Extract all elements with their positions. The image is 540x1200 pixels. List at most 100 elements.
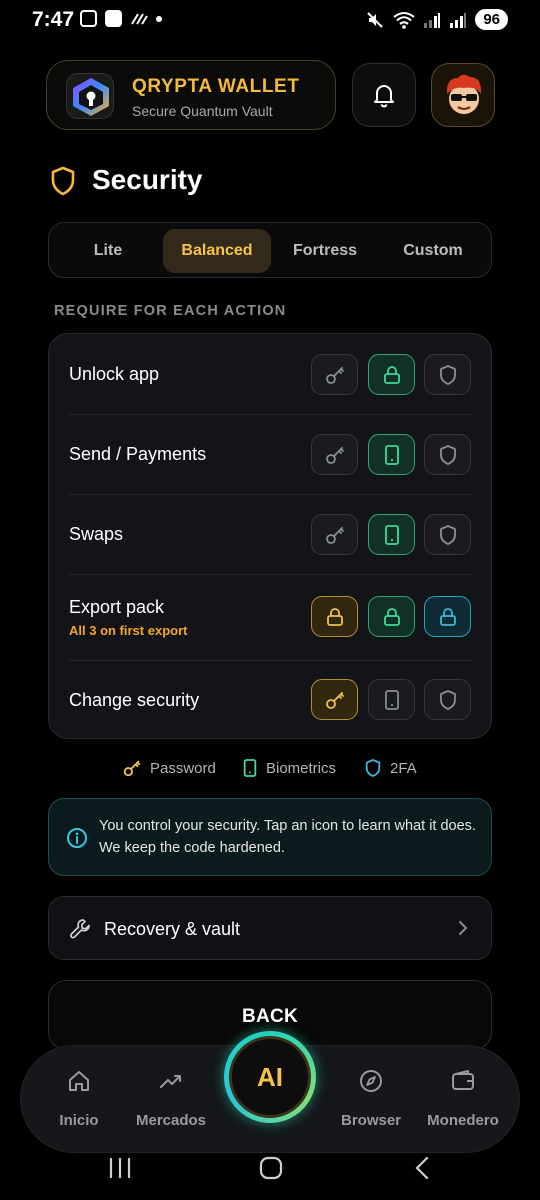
shield-icon <box>439 364 456 385</box>
action-label: Swaps <box>69 524 124 544</box>
app-subtitle: Secure Quantum Vault <box>132 103 273 119</box>
key-icon <box>325 446 344 464</box>
biometrics-toggle[interactable] <box>368 679 415 720</box>
tab-custom[interactable]: Custom <box>381 229 485 273</box>
legend-password: Password <box>122 756 216 780</box>
biometrics-toggle[interactable] <box>368 434 415 475</box>
status-bar: 7:47 96 <box>0 0 540 40</box>
lock-icon <box>383 365 400 384</box>
wallet-icon <box>452 1070 474 1090</box>
nav-label: Monedero <box>427 1112 499 1129</box>
shield-icon <box>439 524 456 545</box>
password-toggle[interactable] <box>311 679 358 720</box>
nav-item-inicio[interactable]: Inicio <box>31 1066 127 1129</box>
recovery-label: Recovery & vault <box>104 919 241 939</box>
phone-icon <box>384 524 399 545</box>
shield-icon <box>439 444 456 465</box>
section-label: REQUIRE FOR EACH ACTION <box>54 303 287 319</box>
ai-button[interactable]: AI <box>224 1031 316 1123</box>
brand-card: QRYPTA WALLET Secure Quantum Vault <box>46 60 336 130</box>
2fa-toggle[interactable] <box>424 679 471 720</box>
action-sublabel: All 3 on first export <box>69 623 188 638</box>
screenshot-icon <box>80 10 97 27</box>
ai-label: AI <box>229 1036 311 1118</box>
status-notification-icons <box>80 10 162 27</box>
action-label: Unlock app <box>69 364 160 384</box>
shield-icon <box>365 759 381 777</box>
avatar <box>446 74 482 114</box>
mute-icon <box>367 11 384 28</box>
password-toggle[interactable] <box>311 596 358 637</box>
legend-label: 2FA <box>390 759 417 777</box>
2fa-toggle[interactable] <box>424 514 471 555</box>
2fa-toggle[interactable] <box>424 354 471 395</box>
phone-icon <box>243 759 257 777</box>
2fa-toggle[interactable] <box>424 596 471 637</box>
action-label: Export pack <box>69 597 165 617</box>
nav-label: Inicio <box>59 1112 99 1129</box>
shield-icon <box>50 166 76 201</box>
nav-label: Browser <box>340 1112 402 1129</box>
action-row-swaps: Swaps <box>69 494 473 574</box>
legend-label: Biometrics <box>266 759 337 777</box>
tab-balanced[interactable]: Balanced <box>163 229 271 273</box>
biometrics-toggle[interactable] <box>368 514 415 555</box>
signal-icon-2 <box>450 12 467 28</box>
recent-apps-icon[interactable] <box>107 1156 133 1180</box>
tab-lite[interactable]: Lite <box>55 229 161 273</box>
app-logo <box>66 73 114 119</box>
password-toggle[interactable] <box>311 354 358 395</box>
app-notification-icon <box>105 10 122 27</box>
signal-stripes-icon <box>131 12 148 25</box>
wifi-icon <box>393 11 415 29</box>
compass-icon <box>360 1070 382 1092</box>
home-button-icon[interactable] <box>258 1155 284 1181</box>
legend-2fa: 2FA <box>364 756 417 780</box>
trend-icon <box>160 1075 181 1088</box>
shield-icon <box>439 689 456 710</box>
bell-icon <box>374 85 394 108</box>
nav-label: Mercados <box>135 1112 207 1129</box>
key-icon <box>325 366 344 384</box>
info-text: You control your security. Tap an icon t… <box>99 818 476 856</box>
battery-indicator: 96 <box>475 9 508 30</box>
action-row-send-payments: Send / Payments <box>69 414 473 494</box>
action-row-change-security: Change security <box>69 660 473 740</box>
key-icon <box>325 526 344 544</box>
phone-icon <box>384 689 399 710</box>
system-nav-bar <box>0 1150 540 1200</box>
action-row-export-pack: Export pack All 3 on first export <box>69 574 473 660</box>
biometrics-toggle[interactable] <box>368 354 415 395</box>
chevron-right-icon <box>457 919 469 942</box>
key-icon <box>325 691 344 709</box>
dot-icon <box>156 15 162 22</box>
action-label: Send / Payments <box>69 444 207 464</box>
action-row-unlock-app: Unlock app <box>69 334 473 414</box>
app-name: QRYPTA WALLET <box>132 76 300 97</box>
page-title: Security <box>92 164 203 195</box>
password-toggle[interactable] <box>311 434 358 475</box>
recovery-vault-row[interactable]: Recovery & vault <box>48 896 492 960</box>
nav-item-mercados[interactable]: Mercados <box>123 1066 219 1129</box>
wrench-icon <box>68 917 92 946</box>
nav-item-browser[interactable]: Browser <box>323 1066 419 1129</box>
info-card: You control your security. Tap an icon t… <box>48 798 492 876</box>
lock-icon <box>383 607 400 626</box>
phone-icon <box>384 444 399 465</box>
back-nav-icon[interactable] <box>412 1155 432 1181</box>
legend-biometrics: Biometrics <box>242 756 336 780</box>
status-system-icons: 96 <box>365 9 508 30</box>
2fa-toggle[interactable] <box>424 434 471 475</box>
avatar-button[interactable] <box>431 63 495 127</box>
legend-label: Password <box>150 759 216 777</box>
lock-icon <box>326 607 343 626</box>
nav-item-monedero[interactable]: Monedero <box>415 1066 511 1129</box>
biometrics-toggle[interactable] <box>368 596 415 637</box>
security-preset-tabs: Lite Balanced Fortress Custom <box>48 222 492 278</box>
actions-card: Unlock app Send / Payments Swaps Export … <box>48 333 492 739</box>
key-icon <box>123 760 141 777</box>
tab-fortress[interactable]: Fortress <box>273 229 377 273</box>
password-toggle[interactable] <box>311 514 358 555</box>
notifications-button[interactable] <box>352 63 416 127</box>
info-icon <box>66 827 88 854</box>
